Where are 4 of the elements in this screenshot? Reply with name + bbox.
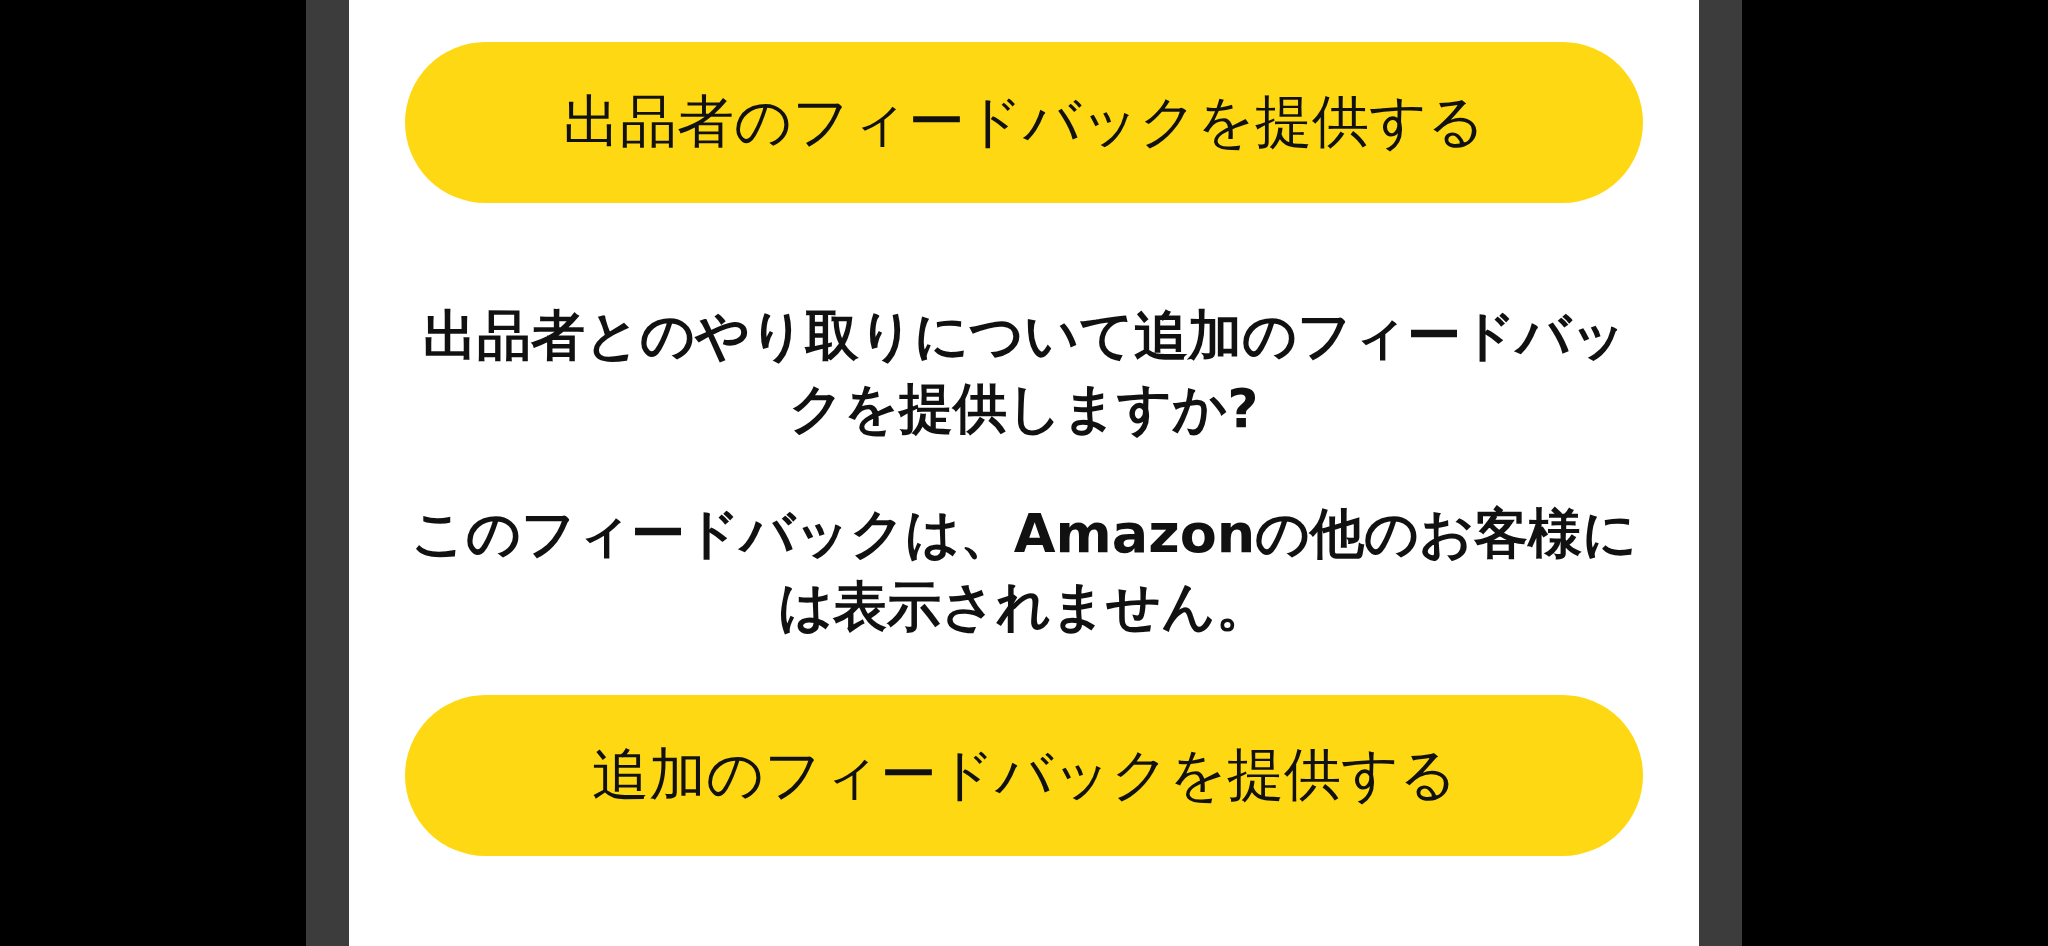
prompt-text: 出品者とのやり取りについて追加のフィードバックを提供しますか? <box>421 303 1627 442</box>
seller-feedback-button[interactable]: 出品者のフィードバックを提供する <box>405 42 1643 203</box>
additional-feedback-button[interactable]: 追加のフィードバックを提供する <box>405 695 1643 856</box>
prompt-text: このフィードバックは、Amazonの他のお客様には表示されません。 <box>409 501 1639 640</box>
